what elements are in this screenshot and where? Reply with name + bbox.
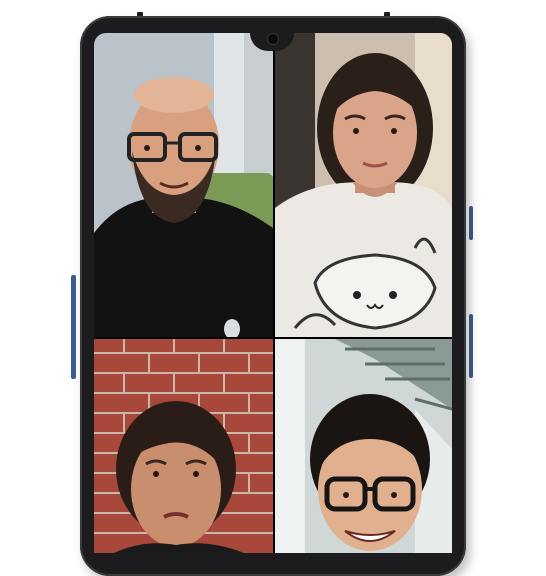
participant-video-1 (94, 33, 273, 337)
volume-button (71, 275, 76, 379)
participant-video-2 (275, 33, 452, 337)
video-call-screen (94, 33, 452, 553)
participant-tile-top-left[interactable] (94, 33, 273, 337)
participant-video-4 (275, 339, 452, 553)
participant-tile-top-right[interactable] (275, 33, 452, 337)
participant-tile-bottom-right[interactable] (275, 339, 452, 553)
front-camera-icon (267, 33, 279, 45)
power-button (469, 206, 473, 240)
side-button (469, 314, 473, 378)
participant-tile-bottom-left[interactable] (94, 339, 273, 553)
participant-video-3 (94, 339, 273, 553)
